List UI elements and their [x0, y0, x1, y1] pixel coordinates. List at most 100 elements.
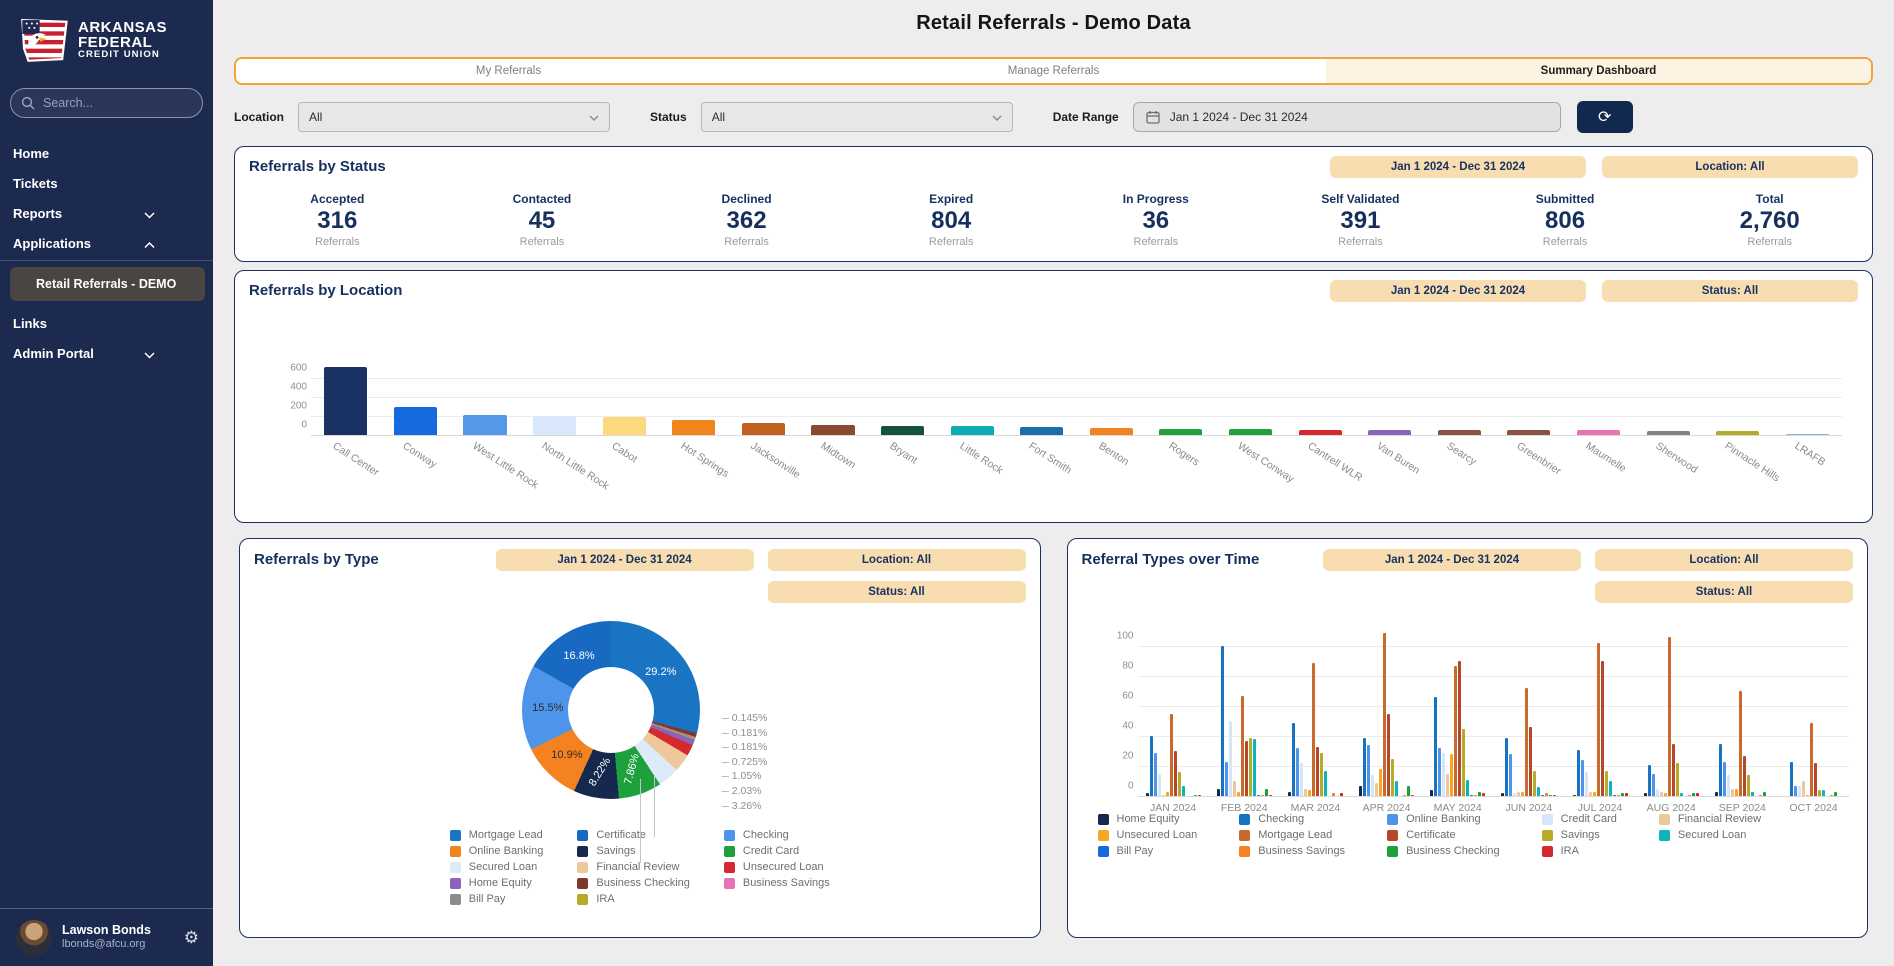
location-filter-badge: Location: All — [1602, 156, 1858, 178]
bars-area: Call CenterConwayWest Little RockNorth L… — [311, 360, 1842, 436]
x-axis-label: JAN 2024 — [1150, 802, 1196, 814]
bar-secured-loan — [1466, 780, 1469, 797]
bar-business-savings — [1545, 793, 1548, 796]
time-grouped-bar-chart: 020406080100JAN 2024FEB 2024MAR 2024APR … — [1112, 625, 1850, 797]
sidebar-item-tickets[interactable]: Tickets — [0, 168, 213, 198]
bar-ira — [1198, 795, 1201, 797]
bar-cantrell-wlr — [1299, 430, 1342, 435]
month-group-oct-2024: OCT 2024 — [1778, 625, 1849, 796]
bar-home-equity — [1501, 793, 1504, 796]
x-axis-label: Greenbrier — [1514, 440, 1563, 477]
bar-financial-review — [1517, 792, 1520, 797]
bar-slot: Van Buren — [1355, 360, 1425, 435]
bar-home-equity — [1359, 786, 1362, 797]
location-select[interactable]: All — [298, 102, 610, 132]
legend-item-mortgage-lead: Mortgage Lead — [450, 829, 544, 841]
sidebar-item-links[interactable]: Links — [0, 308, 213, 338]
legend-column: CheckingCredit CardUnsecured LoanBusines… — [724, 829, 830, 905]
bar-certificate — [1743, 756, 1746, 797]
refresh-button[interactable]: ⟳ — [1577, 101, 1633, 133]
search-input[interactable] — [43, 96, 183, 110]
chevron-down-icon — [144, 347, 155, 362]
bar-slot: Searcy — [1425, 360, 1495, 435]
bar-business-checking — [1265, 789, 1268, 797]
gear-icon[interactable]: ⚙ — [184, 928, 199, 948]
bar-secured-loan — [1822, 790, 1825, 796]
x-axis-label: FEB 2024 — [1221, 802, 1268, 814]
callout-label: 3.26% — [722, 799, 768, 814]
sidebar-item-applications[interactable]: Applications — [0, 228, 213, 258]
callout-label: 0.181% — [722, 726, 768, 741]
bar-online-banking — [1438, 748, 1441, 796]
bar-business-checking — [1692, 793, 1695, 796]
bar-checking — [1505, 738, 1508, 797]
bar-business-checking — [1478, 792, 1481, 797]
bar-unsecured-loan — [1806, 795, 1809, 797]
bar-fort-smith — [1020, 427, 1063, 435]
sidebar-item-reports[interactable]: Reports — [0, 198, 213, 228]
bar-secured-loan — [1253, 739, 1256, 796]
legend-swatch — [724, 862, 735, 873]
bar-checking — [1648, 765, 1651, 797]
bar-home-equity — [1644, 793, 1647, 796]
afcu-logo-mark — [18, 14, 70, 66]
sidebar-item-home[interactable]: Home — [0, 138, 213, 168]
date-range-input[interactable]: Jan 1 2024 - Dec 31 2024 — [1133, 102, 1561, 132]
y-axis-tick: 40 — [1122, 721, 1133, 732]
date-range-badge: Jan 1 2024 - Dec 31 2024 — [496, 549, 754, 571]
bar-slot: Pinnacle Hills — [1703, 360, 1773, 435]
search-icon — [21, 96, 35, 110]
date-range-badge: Jan 1 2024 - Dec 31 2024 — [1330, 280, 1586, 302]
bar-business-savings — [1759, 795, 1762, 797]
bar-slot: Bryant — [868, 360, 938, 435]
legend-item-ira: IRA — [1542, 845, 1617, 857]
bar-business-checking — [1407, 786, 1410, 797]
bar-savings — [1249, 738, 1252, 797]
tab-manage-referrals[interactable]: Manage Referrals — [781, 59, 1326, 83]
bar-credit-card — [1513, 793, 1516, 796]
tab-summary-dashboard[interactable]: Summary Dashboard — [1326, 59, 1871, 83]
bar-online-banking — [1296, 748, 1299, 796]
status-filter-label: Status — [650, 110, 687, 124]
legend-swatch — [577, 878, 588, 889]
sidebar-subitem-retail-referrals-demo[interactable]: Retail Referrals - DEMO — [10, 267, 205, 301]
bar-secured-loan — [1751, 792, 1754, 797]
x-axis-label: SEP 2024 — [1719, 802, 1766, 814]
bar-business-savings — [1474, 795, 1477, 797]
legend-column: Financial ReviewSecured Loan — [1659, 813, 1761, 857]
sidebar-item-admin-portal[interactable]: Admin Portal — [0, 338, 213, 368]
x-axis-label: LRAFB — [1792, 440, 1827, 468]
bar-ira — [1340, 793, 1343, 796]
bar-west-conway — [1229, 429, 1272, 435]
legend-item-business-savings: Business Savings — [724, 877, 830, 889]
type-donut-chart: 29.2%7.86%8.22%10.9%15.5%16.8% 0.145%0.1… — [470, 619, 810, 815]
bar-slot: Fort Smith — [1007, 360, 1077, 435]
bar-online-banking — [1723, 762, 1726, 797]
x-axis-label: Conway — [400, 440, 438, 471]
bar-credit-card — [1229, 721, 1232, 796]
callout-label: 1.05% — [722, 769, 768, 784]
legend-item-mortgage-lead: Mortgage Lead — [1239, 829, 1345, 841]
bar-business-savings — [1830, 795, 1833, 797]
bar-checking — [1363, 738, 1366, 797]
bar-certificate — [1601, 661, 1604, 796]
x-axis-label: MAY 2024 — [1434, 802, 1482, 814]
stat-declined: Declined362Referrals — [644, 192, 849, 248]
status-select[interactable]: All — [701, 102, 1013, 132]
location-filter-label: Location — [234, 110, 284, 124]
legend-column: Online BankingCertificateBusiness Checki… — [1387, 813, 1500, 857]
bar-slot: West Conway — [1216, 360, 1286, 435]
legend-swatch — [1542, 830, 1553, 841]
bar-mortgage-lead — [1525, 688, 1528, 796]
location-bar-chart: 6004002000Call CenterConwayWest Little R… — [281, 360, 1842, 436]
x-axis-label: Rogers — [1166, 440, 1201, 469]
x-axis-label: North Little Rock — [540, 440, 612, 492]
tab-my-referrals[interactable]: My Referrals — [236, 59, 781, 83]
x-axis-label: Midtown — [818, 440, 857, 471]
bar-online-banking — [1581, 760, 1584, 796]
bar-searcy — [1438, 430, 1481, 435]
bar-business-checking — [1763, 792, 1766, 797]
referrals-by-type-card: Referrals by Type Jan 1 2024 - Dec 31 20… — [239, 538, 1041, 938]
bar-certificate — [1458, 661, 1461, 796]
bar-bill-pay — [1541, 795, 1544, 797]
